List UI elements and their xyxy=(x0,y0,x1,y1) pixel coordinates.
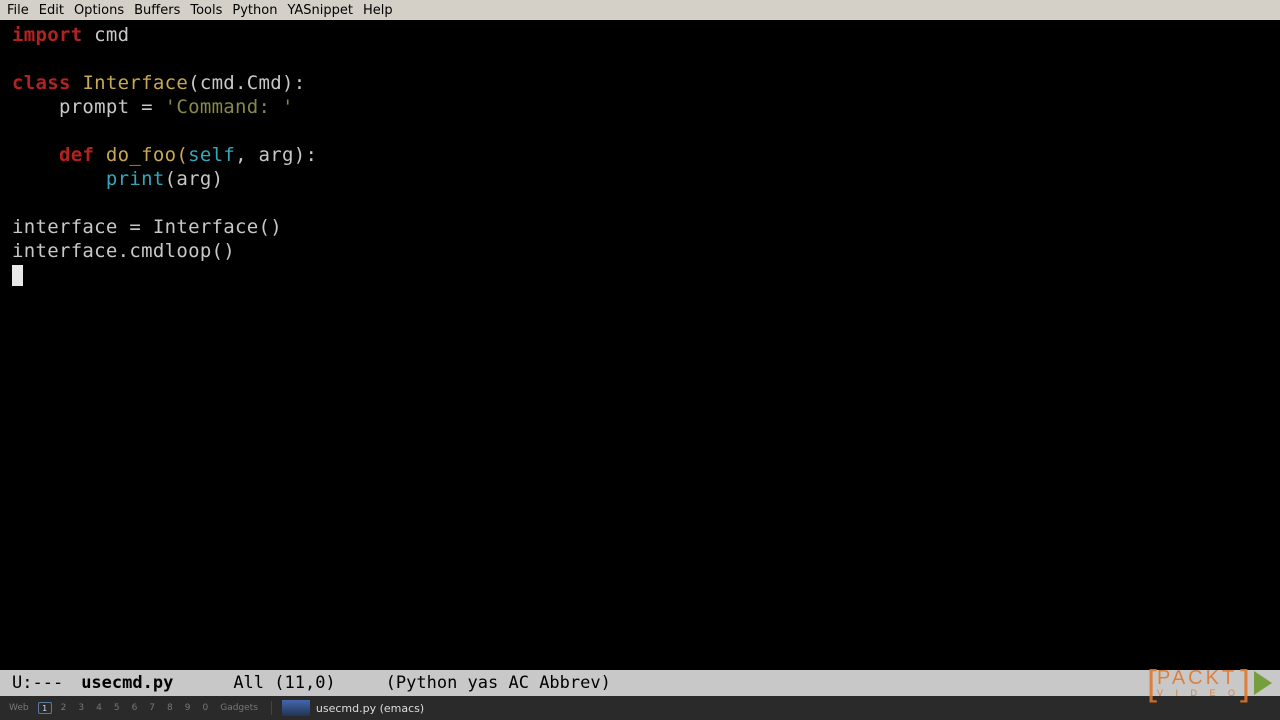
code-text xyxy=(12,144,59,166)
watermark-main: PACKT xyxy=(1157,667,1237,689)
code-text: cmd xyxy=(82,24,129,46)
code-builtin: print xyxy=(106,168,165,190)
modeline-position: All (11,0) xyxy=(233,673,335,693)
code-text: interface.cmdloop() xyxy=(12,240,235,262)
code-text: (cmd.Cmd): xyxy=(188,72,305,94)
workspace-7[interactable]: 7 xyxy=(146,703,158,713)
code-text: (arg) xyxy=(165,168,224,190)
workspace-2[interactable]: 2 xyxy=(58,703,70,713)
workspace-0[interactable]: 0 xyxy=(200,703,212,713)
workspace-4[interactable]: 4 xyxy=(93,703,105,713)
menu-bar: File Edit Options Buffers Tools Python Y… xyxy=(0,0,1280,20)
code-text: interface = Interface() xyxy=(12,216,282,238)
emacs-app-icon[interactable] xyxy=(282,700,310,716)
workspace-5[interactable]: 5 xyxy=(111,703,123,713)
modeline-buffer-name: usecmd.py xyxy=(81,673,173,693)
code-keyword: class xyxy=(12,72,71,94)
mode-line: U:--- usecmd.py All (11,0) (Python yas A… xyxy=(0,670,1280,696)
modeline-status: U:--- xyxy=(12,673,63,693)
text-cursor xyxy=(12,265,23,286)
menu-options[interactable]: Options xyxy=(71,3,127,18)
code-self: self xyxy=(188,144,235,166)
workspace-1[interactable]: 1 xyxy=(38,702,52,714)
menu-tools[interactable]: Tools xyxy=(187,3,225,18)
code-keyword: def xyxy=(59,144,94,166)
taskbar-gadgets-label[interactable]: Gadgets xyxy=(217,703,261,713)
taskbar-web-label[interactable]: Web xyxy=(6,703,32,713)
code-classname: Interface xyxy=(71,72,188,94)
code-text: prompt = xyxy=(12,96,165,118)
menu-edit[interactable]: Edit xyxy=(36,3,67,18)
workspace-8[interactable]: 8 xyxy=(164,703,176,713)
code-string: 'Command: ' xyxy=(165,96,294,118)
modeline-modes: (Python yas AC Abbrev) xyxy=(386,673,611,693)
menu-buffers[interactable]: Buffers xyxy=(131,3,183,18)
code-text xyxy=(12,168,106,190)
bracket-icon: ] xyxy=(1240,673,1250,693)
play-icon xyxy=(1254,671,1272,695)
code-funcname: do_foo( xyxy=(94,144,188,166)
watermark-sub: V I D E O xyxy=(1157,688,1240,698)
bracket-icon: [ xyxy=(1147,673,1157,693)
taskbar-app-title[interactable]: usecmd.py (emacs) xyxy=(316,702,424,715)
editor-buffer[interactable]: import cmd class Interface(cmd.Cmd): pro… xyxy=(0,20,1280,670)
workspace-6[interactable]: 6 xyxy=(129,703,141,713)
taskbar: Web 1 2 3 4 5 6 7 8 9 0 Gadgets usecmd.p… xyxy=(0,696,1280,720)
code-keyword: import xyxy=(12,24,82,46)
workspace-9[interactable]: 9 xyxy=(182,703,194,713)
menu-help[interactable]: Help xyxy=(360,3,396,18)
code-text: , arg): xyxy=(235,144,317,166)
workspace-3[interactable]: 3 xyxy=(75,703,87,713)
menu-yasnippet[interactable]: YASnippet xyxy=(284,3,356,18)
taskbar-separator xyxy=(271,701,272,715)
menu-file[interactable]: File xyxy=(4,3,32,18)
menu-python[interactable]: Python xyxy=(229,3,280,18)
packt-watermark: [ PACKT V I D E O ] xyxy=(1147,667,1272,698)
